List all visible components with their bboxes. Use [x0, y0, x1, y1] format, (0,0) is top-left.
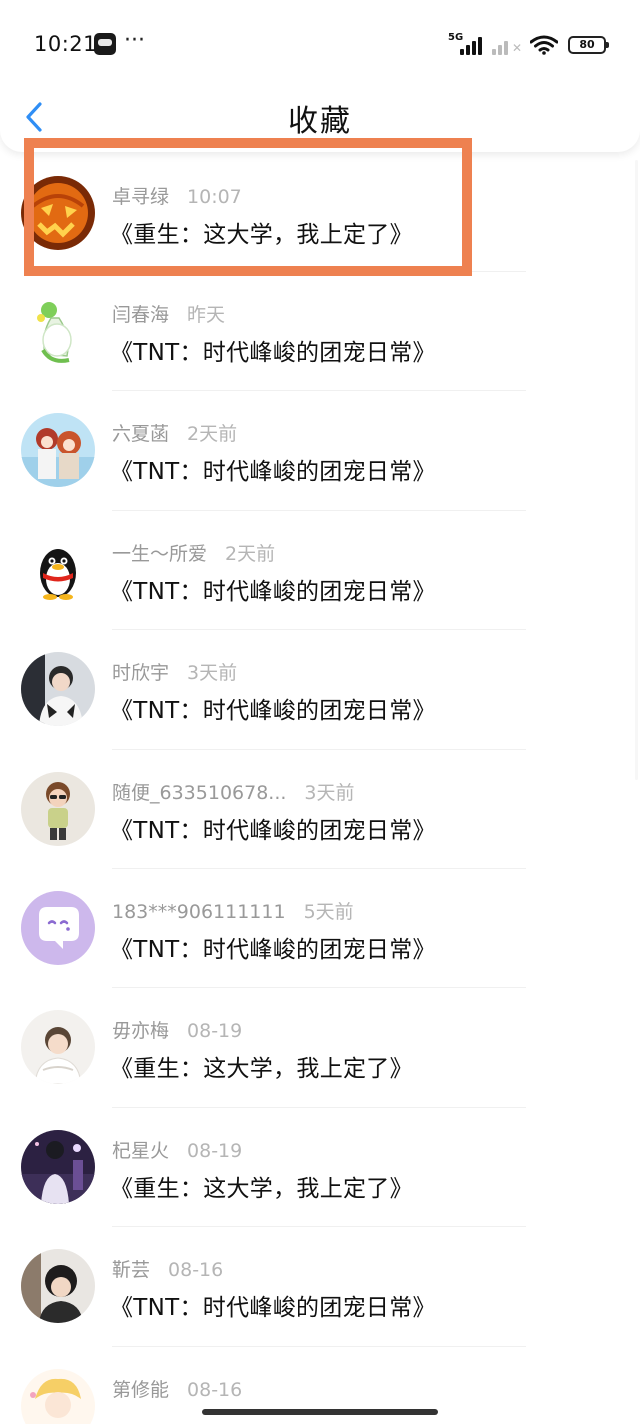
list-item[interactable]: 靳芸 08-16 《TNT：时代峰峻的团宠日常》: [0, 1227, 640, 1347]
item-meta: 随便_633510678... 3天前: [112, 778, 355, 805]
item-time: 3天前: [187, 662, 238, 685]
home-indicator[interactable]: [202, 1409, 438, 1415]
more-notifications-icon: ···: [124, 28, 145, 53]
scrollbar[interactable]: [635, 160, 638, 780]
item-meta: 183***906111111 5天前: [112, 897, 354, 924]
item-meta: 一生～所爱 2天前: [112, 539, 275, 566]
user-name: 靳芸: [112, 1259, 151, 1282]
item-meta: 卓寻绿 10:07: [112, 182, 242, 209]
user-name: 六夏菡: [112, 423, 170, 446]
list-item[interactable]: 随便_633510678... 3天前 《TNT：时代峰峻的团宠日常》: [0, 750, 640, 869]
list-item[interactable]: 183***906111111 5天前 《TNT：时代峰峻的团宠日常》: [0, 869, 640, 989]
list-item[interactable]: 一生～所爱 2天前 《TNT：时代峰峻的团宠日常》: [0, 511, 640, 631]
item-meta: 时欣宇 3天前: [112, 658, 237, 685]
pumpkin-avatar[interactable]: [21, 176, 95, 250]
app-notification-icon: [94, 33, 116, 55]
signal-5g-icon: 5G: [448, 32, 482, 55]
item-time: 08-16: [187, 1378, 243, 1401]
book-title[interactable]: 《TNT：时代峰峻的团宠日常》: [110, 811, 436, 845]
book-title[interactable]: 《TNT：时代峰峻的团宠日常》: [110, 930, 436, 964]
blonde-anime-avatar[interactable]: [21, 1368, 95, 1424]
book-title[interactable]: 《TNT：时代峰峻的团宠日常》: [110, 691, 436, 725]
boy-photo-avatar[interactable]: [21, 652, 95, 727]
boy-sunglasses-avatar[interactable]: [21, 771, 95, 846]
item-time: 08-19: [187, 1020, 243, 1043]
user-name: 杞星火: [112, 1139, 170, 1162]
item-time: 昨天: [187, 304, 226, 326]
item-time: 3天前: [304, 781, 355, 804]
favorites-list: 卓寻绿 10:07 《重生：这大学，我上定了》 闫春海 昨天 《TNT：时代峰峻的团…: [0, 140, 640, 1424]
signal-secondary-icon: ✕: [492, 35, 522, 55]
list-item[interactable]: 时欣宇 3天前 《TNT：时代峰峻的团宠日常》: [0, 630, 640, 750]
user-name: 毋亦梅: [112, 1020, 170, 1043]
user-name: 一生～所爱: [112, 542, 208, 565]
status-icons: 5G ✕ 80: [448, 32, 609, 56]
book-title[interactable]: 《重生：这大学，我上定了》: [110, 1049, 413, 1083]
boy-white-avatar[interactable]: [21, 1010, 95, 1085]
book-title[interactable]: 《TNT：时代峰峻的团宠日常》: [110, 572, 436, 606]
list-item[interactable]: 毋亦梅 08-19 《重生：这大学，我上定了》: [0, 988, 640, 1108]
item-time: 2天前: [225, 542, 276, 565]
item-meta: 六夏菡 2天前: [112, 419, 237, 446]
status-time: 10:21: [34, 32, 98, 56]
list-item[interactable]: 闫春海 昨天 《TNT：时代峰峻的团宠日常》: [0, 272, 640, 392]
night-scene-avatar[interactable]: [21, 1129, 95, 1204]
list-item[interactable]: 六夏菡 2天前 《TNT：时代峰峻的团宠日常》: [0, 391, 640, 511]
chat-bubble-avatar[interactable]: [21, 890, 95, 965]
item-time: 5天前: [303, 900, 354, 923]
status-bar: 10:21 ··· 5G ✕ 80: [0, 0, 640, 88]
item-time: 08-16: [168, 1259, 224, 1282]
item-meta: 杞星火 08-19: [112, 1136, 242, 1163]
book-title[interactable]: 《TNT：时代峰峻的团宠日常》: [110, 1288, 436, 1322]
list-item[interactable]: 卓寻绿 10:07 《重生：这大学，我上定了》: [0, 140, 640, 272]
user-name: 183***906111111: [112, 900, 286, 923]
wifi-icon: [530, 35, 558, 55]
list-item[interactable]: 杞星火 08-19 《重生：这大学，我上定了》: [0, 1108, 640, 1228]
item-meta: 第修能 08-16: [112, 1375, 242, 1402]
green-figure-avatar[interactable]: [21, 294, 95, 368]
user-name: 闫春海: [112, 304, 170, 326]
user-name: 随便_633510678...: [112, 781, 287, 804]
item-meta: 毋亦梅 08-19: [112, 1016, 242, 1043]
qq-penguin-avatar[interactable]: [21, 532, 95, 607]
user-name: 时欣宇: [112, 662, 170, 685]
page-title: 收藏: [288, 104, 352, 139]
book-title[interactable]: 《重生：这大学，我上定了》: [110, 215, 413, 249]
user-name: 卓寻绿: [112, 186, 170, 208]
app-header: 10:21 ··· 5G ✕ 80 收藏: [0, 0, 640, 152]
item-time: 2天前: [187, 423, 238, 446]
book-title[interactable]: 《TNT：时代峰峻的团宠日常》: [110, 452, 436, 486]
user-name: 第修能: [112, 1378, 170, 1401]
item-time: 08-19: [187, 1139, 243, 1162]
network-type-label: 5G: [448, 32, 464, 43]
anime-couple-avatar[interactable]: [21, 413, 95, 488]
item-meta: 闫春海 昨天: [112, 300, 225, 327]
book-title[interactable]: 《重生：这大学，我上定了》: [110, 1169, 413, 1203]
battery-icon: 80: [568, 36, 609, 54]
item-time: 10:07: [187, 186, 242, 208]
item-meta: 靳芸 08-16: [112, 1255, 223, 1282]
book-title[interactable]: 《TNT：时代峰峻的团宠日常》: [110, 333, 436, 367]
battery-level: 80: [579, 38, 595, 51]
dark-hair-avatar[interactable]: [21, 1249, 95, 1324]
